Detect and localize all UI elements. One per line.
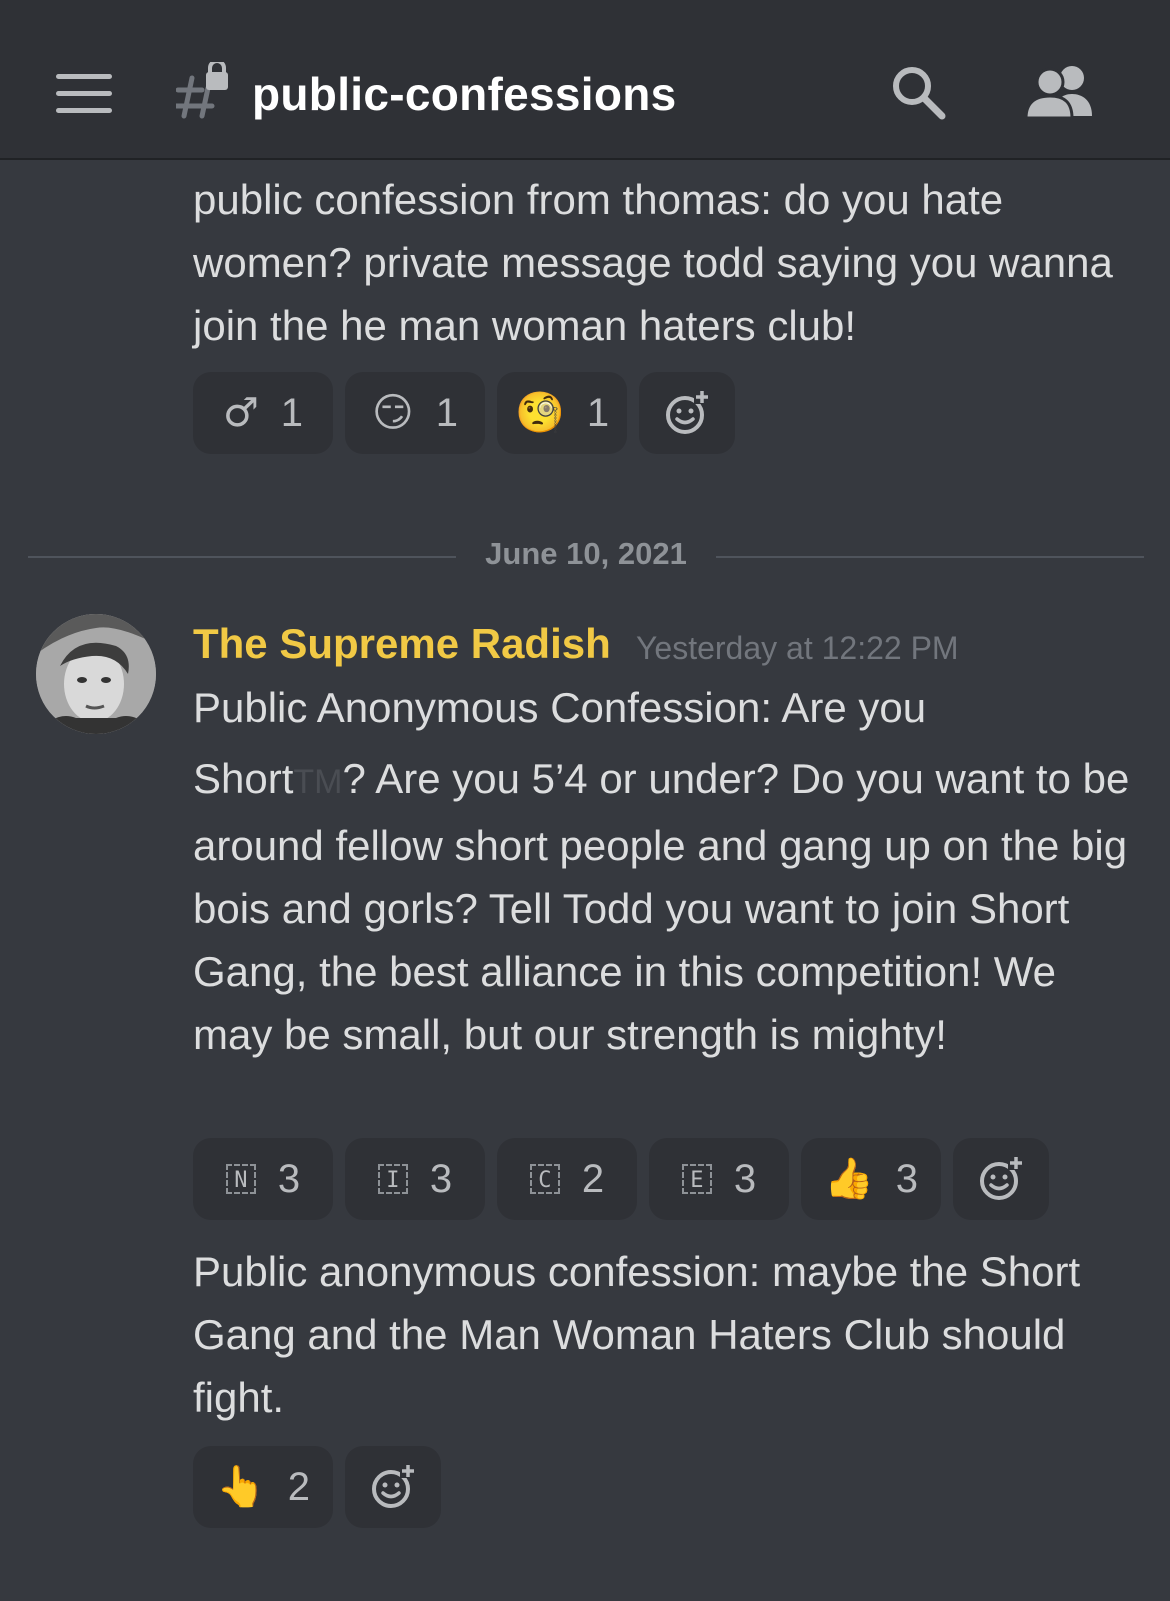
locked-text-channel-icon — [176, 62, 228, 119]
reaction-count: 3 — [429, 1156, 453, 1201]
reaction-thumbs-up[interactable]: 👍 3 — [801, 1138, 941, 1220]
reaction-count: 3 — [277, 1156, 301, 1201]
message-text-line: Public Anonymous Confession: Are you — [193, 684, 927, 731]
date-divider: June 10, 2021 — [28, 536, 1144, 576]
add-reaction-icon — [666, 390, 711, 434]
short-word: Short — [193, 755, 294, 802]
reaction-letter-n[interactable]: N 3 — [193, 1138, 333, 1220]
reaction-male-sign[interactable]: ♂ 1 — [193, 372, 333, 454]
reaction-letter-c[interactable]: C 2 — [497, 1138, 637, 1220]
reaction-smirk[interactable]: 😏 1 — [345, 372, 485, 454]
reaction-letter-e[interactable]: E 3 — [649, 1138, 789, 1220]
reaction-count: 1 — [586, 390, 610, 435]
reaction-count: 1 — [435, 390, 458, 435]
regional-indicator-e-icon: E — [681, 1164, 712, 1194]
channel-header: public-confessions — [0, 0, 1170, 160]
trademark-mark: TM — [293, 763, 343, 801]
message-text: public confession from thomas: do you ha… — [193, 176, 1113, 349]
thumbs-up-icon: 👍 — [823, 1156, 874, 1202]
reaction-count: 2 — [581, 1156, 605, 1201]
reaction-letter-i[interactable]: I 3 — [345, 1138, 485, 1220]
reaction-row: 👆 2 — [193, 1446, 441, 1528]
reaction-row: N 3 I 3 C 2 E 3 👍 3 — [193, 1138, 1049, 1220]
add-reaction-icon — [980, 1156, 1024, 1200]
reaction-count: 3 — [733, 1156, 757, 1201]
message-text-body: ShortTM? Are you 5’4 or under? Do you wa… — [193, 747, 1143, 1066]
add-reaction-button[interactable] — [345, 1446, 441, 1528]
pointing-up-icon: 👆 — [215, 1464, 266, 1510]
channel-name: public-confessions — [252, 68, 677, 120]
reaction-count: 3 — [895, 1156, 919, 1201]
hamburger-menu-icon[interactable] — [56, 74, 112, 114]
smirk-face-icon: 😏 — [372, 390, 414, 436]
message-timestamp: Yesterday at 12:22 PM — [636, 630, 959, 666]
reaction-count: 2 — [287, 1464, 311, 1509]
regional-indicator-c-icon: C — [529, 1164, 560, 1194]
date-divider-label: June 10, 2021 — [485, 536, 687, 571]
avatar[interactable] — [36, 614, 156, 734]
message-author[interactable]: The Supreme Radish — [193, 620, 611, 668]
regional-indicator-n-icon: N — [225, 1164, 256, 1194]
add-reaction-button[interactable] — [639, 372, 736, 454]
message-text: Public anonymous confession: maybe the S… — [193, 1248, 1081, 1421]
search-icon[interactable] — [890, 64, 946, 120]
add-reaction-icon — [372, 1464, 416, 1508]
members-icon[interactable] — [1024, 64, 1094, 120]
reaction-pointing-up[interactable]: 👆 2 — [193, 1446, 333, 1528]
custom-face-emoji-icon: 🧐 — [515, 390, 565, 436]
message-text: Public Anonymous Confession: Are you Sho… — [193, 676, 1143, 1066]
reaction-count: 1 — [280, 390, 304, 435]
add-reaction-button[interactable] — [953, 1138, 1049, 1220]
reaction-custom-face[interactable]: 🧐 1 — [497, 372, 628, 454]
regional-indicator-i-icon: I — [377, 1164, 408, 1194]
reaction-row: ♂ 1 😏 1 🧐 1 — [193, 372, 736, 454]
male-sign-icon: ♂ — [222, 390, 259, 436]
